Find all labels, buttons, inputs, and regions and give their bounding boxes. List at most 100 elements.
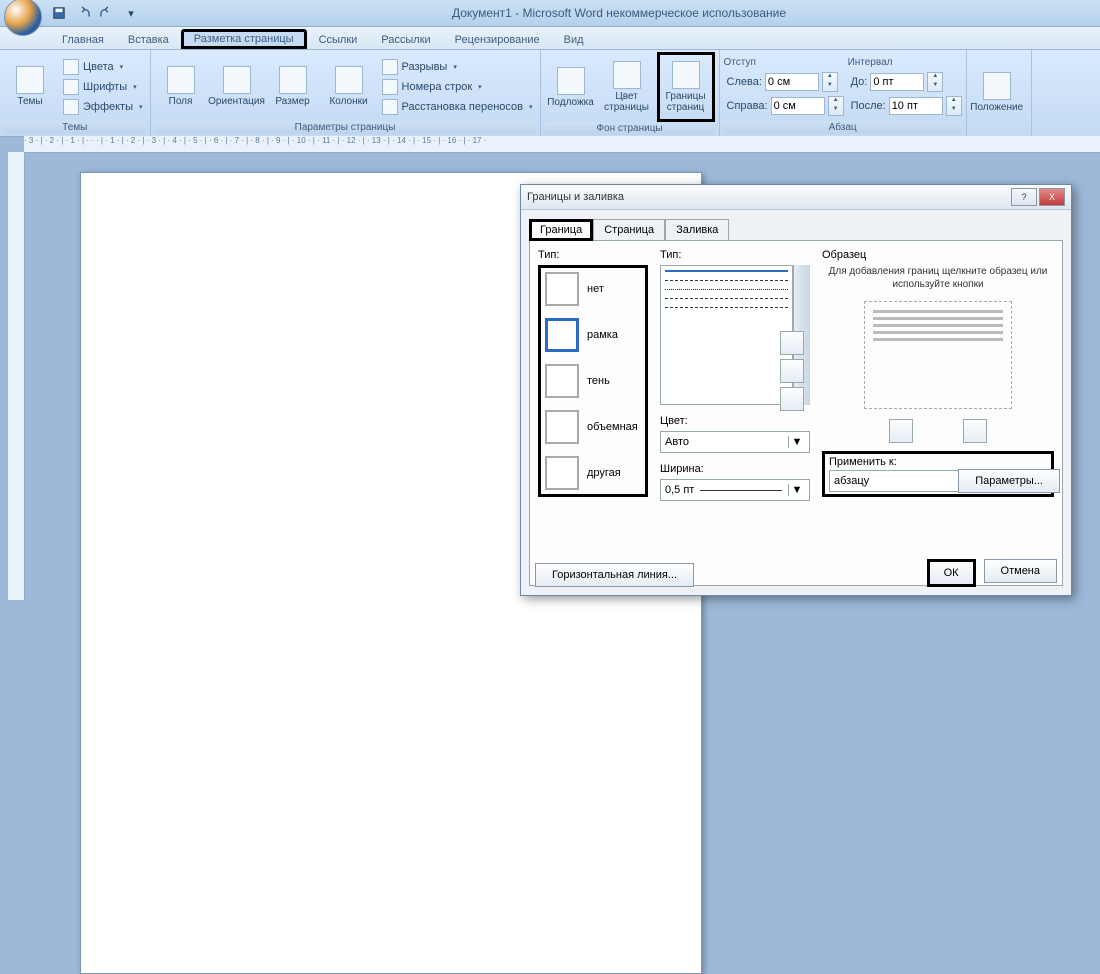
edge-buttons-vertical	[780, 331, 804, 411]
edge-top-button[interactable]	[780, 331, 804, 355]
horizontal-ruler[interactable]: · 3 · | · 2 · | · 1 · | · · · | · 1 · | …	[24, 136, 1100, 153]
colors-icon	[63, 59, 79, 75]
indent-left-spinner[interactable]: Слева:▲▼	[724, 72, 844, 92]
chevron-down-icon: ▼	[788, 484, 805, 496]
size-icon	[279, 66, 307, 94]
style-longdash[interactable]	[665, 307, 788, 308]
themes-label: Темы	[17, 96, 42, 107]
tab-mailings[interactable]: Рассылки	[369, 31, 442, 49]
edge-bottom-button[interactable]	[780, 387, 804, 411]
options-button[interactable]: Параметры...	[958, 469, 1060, 493]
tab-page-layout[interactable]: Разметка страницы	[181, 29, 307, 49]
theme-effects-button[interactable]: Эффекты▾	[60, 98, 146, 116]
horizontal-line-button[interactable]: Горизонтальная линия...	[535, 563, 694, 587]
line-numbers-icon	[382, 79, 398, 95]
cancel-button[interactable]: Отмена	[984, 559, 1057, 583]
vertical-ruler[interactable]	[8, 152, 25, 600]
setting-list: нет рамка тень объемная другая	[538, 265, 648, 497]
tab-review[interactable]: Рецензирование	[443, 31, 552, 49]
page-borders-icon	[672, 61, 700, 89]
setting-column: Тип: нет рамка тень объемная другая	[538, 249, 648, 577]
dialog-titlebar: Границы и заливка ? X	[521, 185, 1071, 210]
hyphen-icon	[382, 99, 398, 115]
edge-left-button[interactable]	[889, 419, 913, 443]
breaks-icon	[382, 59, 398, 75]
tab-view[interactable]: Вид	[552, 31, 596, 49]
setting-custom[interactable]: другая	[545, 456, 641, 490]
preview-pane[interactable]	[864, 301, 1012, 409]
columns-icon	[335, 66, 363, 94]
tab-page-border[interactable]: Страница	[593, 219, 665, 241]
tab-references[interactable]: Ссылки	[307, 31, 370, 49]
theme-fonts-button[interactable]: Шрифты▾	[60, 78, 146, 96]
indent-right-input[interactable]	[771, 97, 825, 115]
width-label: Ширина:	[660, 463, 810, 475]
color-combo[interactable]: Авто▼	[660, 431, 810, 453]
redo-icon[interactable]	[96, 3, 118, 23]
style-dash[interactable]	[665, 280, 788, 281]
tab-home[interactable]: Главная	[50, 31, 116, 49]
position-button[interactable]: Положение	[971, 60, 1023, 124]
spacing-header: Интервал	[848, 57, 962, 68]
ribbon: Темы Цвета▾ Шрифты▾ Эффекты▾ Темы Поля О…	[0, 50, 1100, 137]
edge-right-button[interactable]	[963, 419, 987, 443]
spinner-buttons[interactable]: ▲▼	[927, 72, 943, 92]
spacing-before-input[interactable]	[870, 73, 924, 91]
indent-right-spinner[interactable]: Справа:▲▼	[724, 96, 844, 116]
page-borders-button[interactable]: Границы страниц	[657, 52, 715, 122]
apply-to-label: Применить к:	[829, 456, 1047, 468]
group-paragraph-label: Абзац	[724, 121, 962, 134]
setting-shadow[interactable]: тень	[545, 364, 641, 398]
size-button[interactable]: Размер	[267, 55, 319, 119]
margins-button[interactable]: Поля	[155, 55, 207, 119]
tab-shading[interactable]: Заливка	[665, 219, 729, 241]
undo-icon[interactable]	[72, 3, 94, 23]
spacing-after-spinner[interactable]: После:▲▼	[848, 96, 962, 116]
page-color-icon	[613, 61, 641, 89]
watermark-icon	[557, 67, 585, 95]
save-icon[interactable]	[48, 3, 70, 23]
setting-none[interactable]: нет	[545, 272, 641, 306]
spinner-buttons[interactable]: ▲▼	[822, 72, 838, 92]
style-dashdot[interactable]	[665, 298, 788, 299]
spinner-buttons[interactable]: ▲▼	[828, 96, 844, 116]
title-bar: ▾ Документ1 - Microsoft Word некоммерчес…	[0, 0, 1100, 27]
setting-3d[interactable]: объемная	[545, 410, 641, 444]
close-button[interactable]: X	[1039, 188, 1065, 206]
group-page-bg-label: Фон страницы	[545, 122, 715, 135]
style-column: Тип: Цвет: Авто▼ Ширина: 0,5 пт▼	[660, 249, 810, 577]
theme-colors-button[interactable]: Цвета▾	[60, 58, 146, 76]
dialog-title: Границы и заливка	[527, 191, 624, 203]
indent-left-input[interactable]	[765, 73, 819, 91]
watermark-button[interactable]: Подложка	[545, 55, 597, 119]
tab-insert[interactable]: Вставка	[116, 31, 181, 49]
orientation-button[interactable]: Ориентация	[211, 55, 263, 119]
setting-box[interactable]: рамка	[545, 318, 641, 352]
hyphenation-button[interactable]: Расстановка переносов▾	[379, 98, 536, 116]
columns-button[interactable]: Колонки	[323, 55, 375, 119]
width-combo[interactable]: 0,5 пт▼	[660, 479, 810, 501]
breaks-button[interactable]: Разрывы▾	[379, 58, 536, 76]
line-numbers-button[interactable]: Номера строк▾	[379, 78, 536, 96]
spacing-after-input[interactable]	[889, 97, 943, 115]
ok-button[interactable]: ОК	[927, 559, 976, 587]
indent-header: Отступ	[724, 57, 844, 68]
spacing-before-spinner[interactable]: До:▲▼	[848, 72, 962, 92]
page-color-button[interactable]: Цвет страницы	[601, 55, 653, 119]
effects-icon	[63, 99, 79, 115]
spinner-buttons[interactable]: ▲▼	[946, 96, 962, 116]
style-solid[interactable]	[665, 270, 788, 272]
dialog-buttons: ОК Отмена	[927, 559, 1057, 587]
custom-icon	[545, 456, 579, 490]
group-page-setup: Поля Ориентация Размер Колонки Разрывы▾ …	[151, 50, 541, 136]
style-dot[interactable]	[665, 289, 788, 290]
tab-border[interactable]: Граница	[529, 219, 593, 241]
style-listbox[interactable]	[660, 265, 793, 405]
edge-middle-button[interactable]	[780, 359, 804, 383]
fonts-icon	[63, 79, 79, 95]
group-themes-label: Темы	[4, 121, 146, 134]
qat-dropdown-icon[interactable]: ▾	[120, 3, 142, 23]
group-paragraph: Отступ Слева:▲▼ Справа:▲▼ Интервал До:▲▼…	[720, 50, 967, 136]
themes-button[interactable]: Темы	[4, 55, 56, 119]
help-button[interactable]: ?	[1011, 188, 1037, 206]
